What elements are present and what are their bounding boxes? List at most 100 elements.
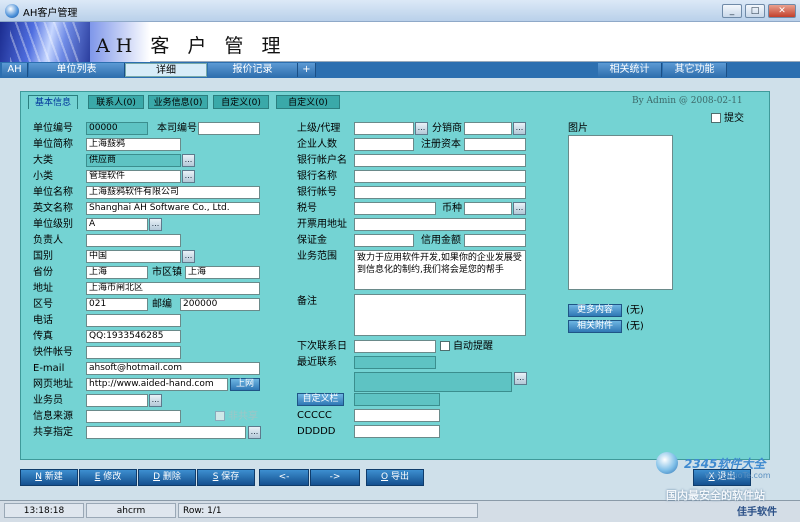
headcount-field[interactable] (354, 138, 414, 151)
open-website-button[interactable]: 上网 (230, 378, 260, 391)
picture-box[interactable] (568, 135, 673, 290)
source-field[interactable] (86, 410, 181, 423)
unit-no-field[interactable]: 00000 (86, 122, 148, 135)
product-name: AH 客 户 管 理 (96, 35, 287, 57)
parent-field[interactable] (354, 122, 414, 135)
manager-field[interactable] (86, 234, 181, 247)
save-button[interactable]: S 保存 (197, 469, 255, 486)
level-picker-button[interactable]: ... (149, 218, 162, 231)
invoice-address-field[interactable] (354, 218, 526, 231)
attachments-button[interactable]: 相关附件 (568, 320, 622, 333)
deposit-field[interactable] (354, 234, 414, 247)
previous-button[interactable]: <- (259, 469, 309, 486)
currency-field[interactable] (464, 202, 512, 215)
ccccc-field[interactable] (354, 409, 440, 422)
manager-label: 负责人 (33, 235, 63, 246)
maximize-button[interactable]: □ (745, 4, 765, 18)
headcount-label: 企业人数 (297, 139, 337, 150)
status-row: Row: 1/1 (178, 503, 478, 518)
remarks-field[interactable] (354, 294, 526, 336)
export-button[interactable]: O 导出 (366, 469, 424, 486)
share-picker-button[interactable]: ... (248, 426, 261, 439)
tab-ah[interactable]: AH (2, 63, 28, 77)
edit-button[interactable]: E 修改 (79, 469, 137, 486)
fax-field[interactable]: QQ:1933546285 (86, 330, 181, 343)
auto-remind-checkbox[interactable] (440, 341, 450, 351)
ddddd-field[interactable] (354, 425, 440, 438)
area-code-label: 区号 (33, 299, 53, 310)
subcategory-picker-button[interactable]: ... (182, 170, 195, 183)
delete-button[interactable]: D 删除 (138, 469, 196, 486)
custom-field-value[interactable] (354, 393, 440, 406)
next-button[interactable]: -> (310, 469, 360, 486)
subtab-custom-2[interactable]: 自定义(0) (276, 95, 340, 109)
courier-field[interactable] (86, 346, 181, 359)
own-no-field[interactable] (198, 122, 260, 135)
more-content-button[interactable]: 更多内容 (568, 304, 622, 317)
english-name-field[interactable]: Shanghai AH Software Co., Ltd. (86, 202, 260, 215)
title-bar: AH客户管理 _ □ ✕ (0, 0, 800, 22)
picture-label: 图片 (568, 123, 588, 134)
bank-account-name-label: 银行帐户名 (297, 155, 347, 166)
submit-label: 提交 (724, 113, 744, 124)
tab-quote-records[interactable]: 报价记录 (208, 63, 298, 77)
source-label: 信息来源 (33, 411, 73, 422)
province-field[interactable]: 上海 (86, 266, 148, 279)
subcategory-field[interactable]: 管理软件 (86, 170, 181, 183)
minimize-button[interactable]: _ (722, 4, 742, 18)
country-field[interactable]: 中国 (86, 250, 181, 263)
subcategory-label: 小类 (33, 171, 53, 182)
category-picker-button[interactable]: ... (182, 154, 195, 167)
phone-field[interactable] (86, 314, 181, 327)
parent-picker-button[interactable]: ... (415, 122, 428, 135)
window-title: AH客户管理 (23, 8, 78, 19)
subtab-custom-1[interactable]: 自定义(0) (213, 95, 269, 109)
next-contact-label: 下次联系日 (297, 341, 347, 352)
tab-detail[interactable]: 详细 (125, 63, 207, 77)
currency-picker-button[interactable]: ... (513, 202, 526, 215)
tax-no-field[interactable] (354, 202, 436, 215)
area-code-field[interactable]: 021 (86, 298, 148, 311)
zip-field[interactable]: 200000 (180, 298, 260, 311)
tab-unit-list[interactable]: 单位列表 (29, 63, 125, 77)
capital-label: 注册资本 (421, 139, 461, 150)
close-button[interactable]: ✕ (768, 4, 796, 18)
unit-name-field[interactable]: 上海鼗鸦软件有限公司 (86, 186, 260, 199)
email-field[interactable]: ahsoft@hotmail.com (86, 362, 260, 375)
dealer-field[interactable] (464, 122, 512, 135)
category-field[interactable]: 供应商 (86, 154, 181, 167)
non-shared-checkbox[interactable] (215, 411, 225, 421)
unit-name-label: 单位名称 (33, 187, 73, 198)
last-contact-picker-button[interactable]: ... (514, 372, 527, 385)
bank-name-field[interactable] (354, 170, 526, 183)
bank-account-field[interactable] (354, 186, 526, 199)
bank-account-name-field[interactable] (354, 154, 526, 167)
level-field[interactable]: A (86, 218, 148, 231)
capital-field[interactable] (464, 138, 526, 151)
country-picker-button[interactable]: ... (182, 250, 195, 263)
remarks-label: 备注 (297, 296, 317, 307)
address-field[interactable]: 上海市闸北区 (86, 282, 260, 295)
submit-checkbox[interactable] (711, 113, 721, 123)
credit-field[interactable] (464, 234, 526, 247)
level-label: 单位级别 (33, 219, 73, 230)
deposit-label: 保证金 (297, 235, 327, 246)
subtab-basic-info[interactable]: 基本信息 (28, 95, 78, 109)
custom-fields-button[interactable]: 自定义栏 (297, 393, 344, 406)
salesman-picker-button[interactable]: ... (149, 394, 162, 407)
city-field[interactable]: 上海 (185, 266, 260, 279)
tab-statistics[interactable]: 相关统计 (598, 63, 662, 77)
business-scope-field[interactable]: 致力于应用软件开发,如果你的企业发展受到信息化的制约,我们将会是您的帮手 (354, 250, 526, 290)
website-field[interactable]: http://www.aided-hand.com (86, 378, 228, 391)
tab-add[interactable]: + (298, 63, 316, 77)
subtab-contacts[interactable]: 联系人(0) (88, 95, 144, 109)
short-name-field[interactable]: 上海鼗鸦 (86, 138, 181, 151)
subtab-business-info[interactable]: 业务信息(0) (148, 95, 208, 109)
salesman-field[interactable] (86, 394, 148, 407)
share-field[interactable] (86, 426, 246, 439)
website-label: 网页地址 (33, 379, 73, 390)
dealer-picker-button[interactable]: ... (513, 122, 526, 135)
new-button[interactable]: N 新建 (20, 469, 78, 486)
tab-other-functions[interactable]: 其它功能 (663, 63, 727, 77)
next-contact-field[interactable] (354, 340, 436, 353)
